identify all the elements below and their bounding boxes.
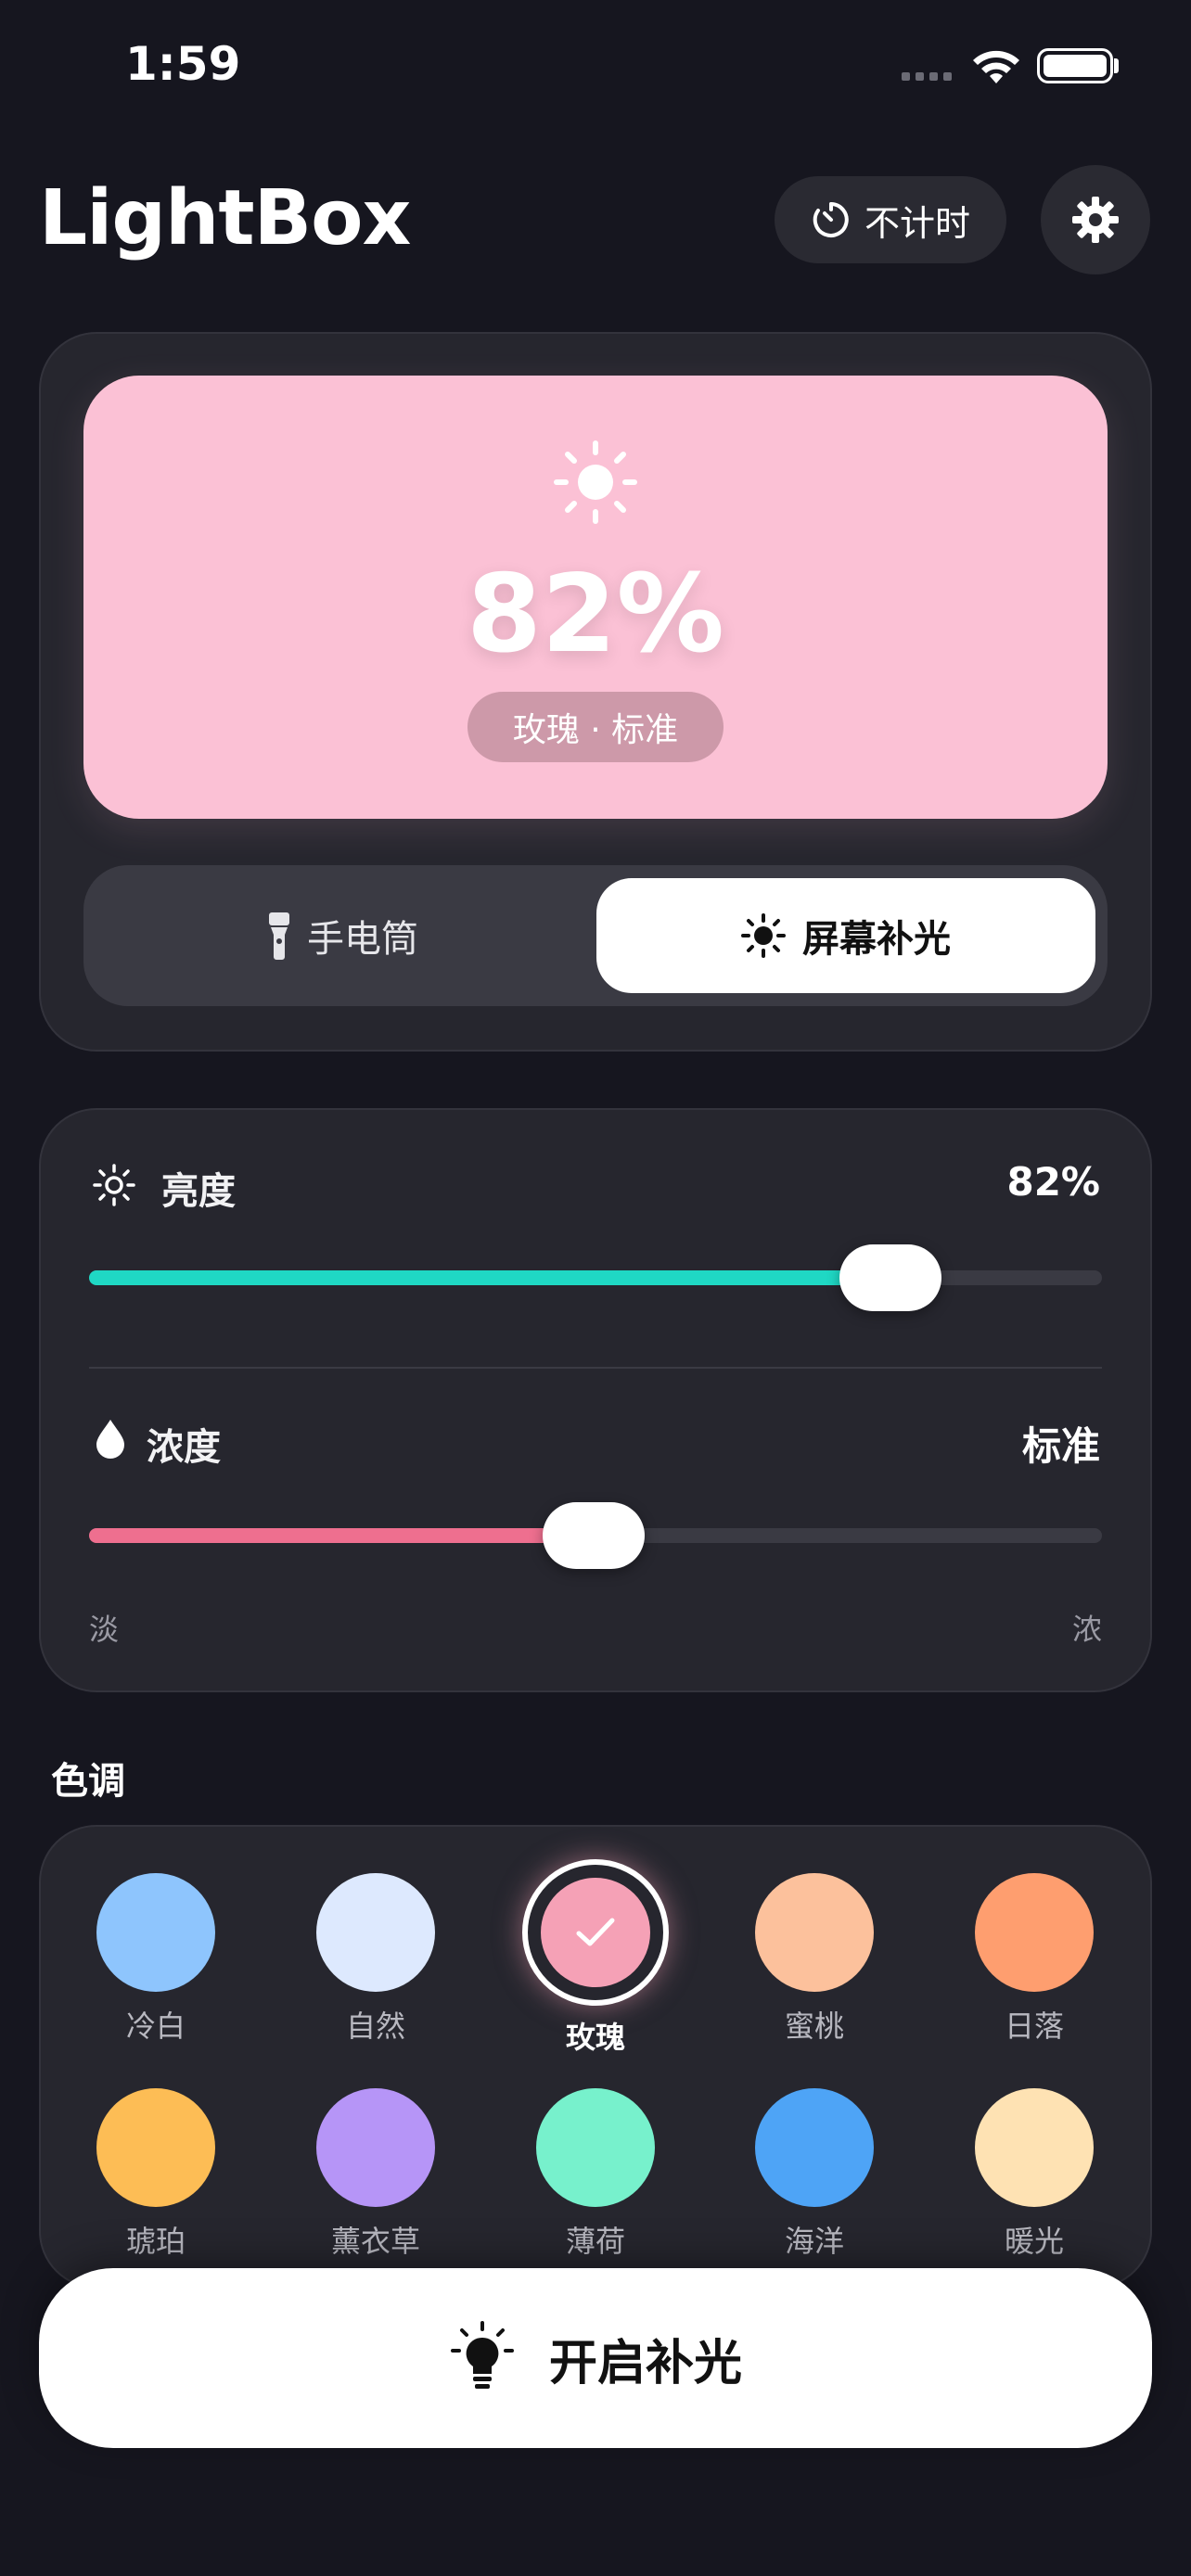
tones-section-title: 色调 <box>51 1760 125 1803</box>
tone-label: 薄荷 <box>565 2224 625 2259</box>
tone-label: 琥珀 <box>125 2224 186 2259</box>
tone-swatch[interactable] <box>755 2088 874 2207</box>
intensity-label: 浓度 <box>147 1426 221 1469</box>
sun-icon <box>741 913 786 958</box>
status-time: 1:59 <box>125 37 241 91</box>
light-bulb-icon <box>450 2321 514 2389</box>
brightness-display: 82% <box>467 552 724 677</box>
tone-swatch[interactable] <box>96 1873 215 1992</box>
intensity-max-label: 浓 <box>1072 1612 1103 1647</box>
battery-nub <box>1114 58 1119 73</box>
tone-swatch[interactable] <box>975 1873 1094 1992</box>
tone-label: 自然 <box>345 2009 405 2044</box>
divider <box>89 1367 1102 1369</box>
battery-icon <box>1037 48 1113 83</box>
tone-swatch-selected[interactable] <box>522 1859 669 2006</box>
brightness-label: 亮度 <box>161 1170 236 1213</box>
app-title: LightBox <box>39 174 411 262</box>
preset-badge: 玫瑰 · 标准 <box>467 692 724 762</box>
tone-label: 暖光 <box>1004 2224 1064 2259</box>
mode-flashlight-label: 手电筒 <box>307 918 418 961</box>
tone-swatch[interactable] <box>316 1873 435 1992</box>
timer-button[interactable]: 不计时 <box>775 176 1006 263</box>
tone-label: 玫瑰 <box>565 2020 625 2055</box>
start-light-button[interactable]: 开启补光 <box>39 2268 1152 2448</box>
tone-swatch[interactable] <box>975 2088 1094 2207</box>
timer-icon <box>813 202 849 237</box>
mode-flashlight-button[interactable]: 手电筒 <box>96 878 590 993</box>
tone-label: 薰衣草 <box>330 2224 420 2259</box>
intensity-value: 标准 <box>1021 1423 1100 1469</box>
intensity-slider-fill <box>89 1528 594 1543</box>
timer-label: 不计时 <box>864 202 970 244</box>
mode-screen-light-button[interactable]: 屏幕补光 <box>596 878 1095 993</box>
intensity-slider-thumb[interactable] <box>543 1502 645 1569</box>
tone-label: 冷白 <box>125 2009 186 2044</box>
tone-label: 蜜桃 <box>784 2009 844 2044</box>
water-drop-icon <box>96 1420 124 1459</box>
tone-label: 日落 <box>1004 2009 1064 2044</box>
gear-icon <box>1072 197 1119 243</box>
tone-label: 海洋 <box>784 2224 844 2259</box>
checkmark-icon <box>576 1918 615 1946</box>
settings-button[interactable] <box>1041 165 1150 274</box>
brightness-icon <box>93 1164 135 1206</box>
tone-swatch[interactable] <box>536 2088 655 2207</box>
brightness-value: 82% <box>1006 1159 1100 1205</box>
tone-swatch[interactable] <box>316 2088 435 2207</box>
tone-swatch[interactable] <box>96 2088 215 2207</box>
start-light-label: 开启补光 <box>548 2335 742 2391</box>
brightness-slider-thumb[interactable] <box>839 1244 942 1311</box>
brightness-slider-fill <box>89 1270 891 1285</box>
mode-screen-light-label: 屏幕补光 <box>802 918 951 961</box>
flashlight-icon <box>269 912 289 960</box>
intensity-min-label: 淡 <box>89 1612 120 1647</box>
tone-swatch[interactable] <box>755 1873 874 1992</box>
sun-icon <box>554 440 637 524</box>
cellular-signal-icon <box>902 72 952 81</box>
wifi-icon <box>973 50 1019 83</box>
